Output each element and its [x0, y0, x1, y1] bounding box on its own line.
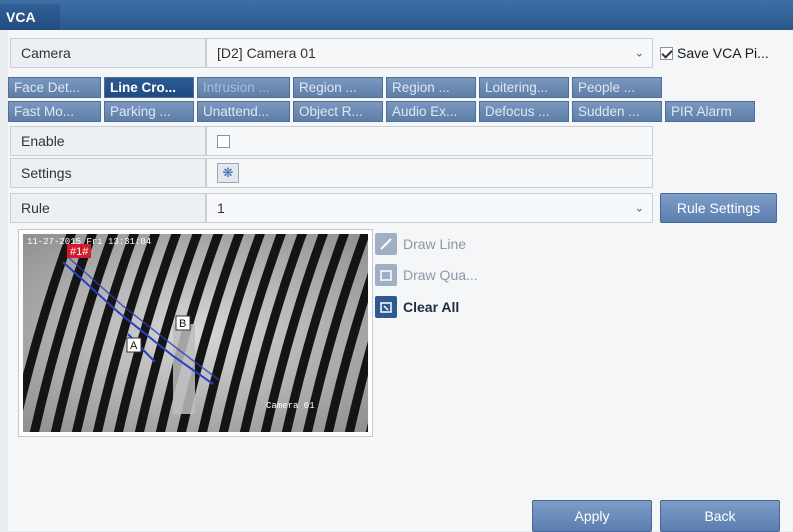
- rule-select-value: 1: [217, 200, 225, 216]
- settings-field: ❋: [206, 158, 653, 188]
- save-vca-picture-option[interactable]: Save VCA Pi...: [660, 38, 769, 68]
- enable-checkbox[interactable]: [217, 134, 230, 148]
- apply-button[interactable]: Apply: [532, 500, 652, 532]
- draw-quadrilateral-icon: [375, 264, 397, 286]
- window-title: VCA: [0, 4, 60, 30]
- camera-name-overlay: Camera 01: [266, 401, 315, 411]
- tab-r2-6[interactable]: Sudden ...: [572, 101, 662, 122]
- rule-label: Rule: [10, 193, 206, 223]
- chevron-down-icon: ⌄: [634, 47, 644, 60]
- draw-line-label: Draw Line: [403, 236, 467, 252]
- rule-select[interactable]: 1 ⌄: [206, 193, 653, 223]
- marker-b: B: [179, 318, 186, 330]
- tab-r1-3[interactable]: Region ...: [293, 77, 383, 98]
- tab-r2-4[interactable]: Audio Ex...: [386, 101, 476, 122]
- draw-line-icon: [375, 233, 397, 255]
- line-tag: #1#: [70, 246, 89, 258]
- draw-line-button[interactable]: Draw Line: [375, 233, 466, 255]
- marker-a: A: [130, 340, 138, 352]
- tab-r2-2[interactable]: Unattend...: [197, 101, 290, 122]
- save-vca-picture-checkbox[interactable]: [660, 46, 673, 60]
- tab-r2-0[interactable]: Fast Mo...: [8, 101, 101, 122]
- tab-r1-6[interactable]: People ...: [572, 77, 662, 98]
- preview-timestamp: 11-27-2015 Fri 13:31:04: [27, 237, 151, 247]
- back-button[interactable]: Back: [660, 500, 780, 532]
- enable-label: Enable: [10, 126, 206, 156]
- camera-select[interactable]: [D2] Camera 01 ⌄: [206, 38, 653, 68]
- main-pane: Camera [D2] Camera 01 ⌄ Save VCA Pi... F…: [8, 30, 793, 532]
- camera-select-value: [D2] Camera 01: [217, 45, 316, 61]
- gear-icon[interactable]: ❋: [217, 163, 239, 183]
- tab-r1-0[interactable]: Face Det...: [8, 77, 101, 98]
- tab-r1-5[interactable]: Loitering...: [479, 77, 569, 98]
- title-bar: VCA: [0, 0, 793, 30]
- tab-r1-4[interactable]: Region ...: [386, 77, 476, 98]
- clear-all-button[interactable]: Clear All: [375, 296, 459, 318]
- camera-label: Camera: [10, 38, 206, 68]
- enable-field: [206, 126, 653, 156]
- tab-r1-1[interactable]: Line Cro...: [104, 77, 194, 98]
- tab-r2-5[interactable]: Defocus ...: [479, 101, 569, 122]
- tab-r2-7[interactable]: PIR Alarm: [665, 101, 755, 122]
- camera-preview[interactable]: #1# 11-27-2015 Fri 13:31:04 A B Camera 0…: [18, 229, 373, 437]
- draw-quad-label: Draw Qua...: [403, 267, 478, 283]
- tab-r2-3[interactable]: Object R...: [293, 101, 383, 122]
- clear-icon: [375, 296, 397, 318]
- rule-settings-button[interactable]: Rule Settings: [660, 193, 777, 223]
- tab-r1-2[interactable]: Intrusion ...: [197, 77, 290, 98]
- chevron-down-icon: ⌄: [634, 202, 644, 215]
- settings-label: Settings: [10, 158, 206, 188]
- save-vca-picture-label: Save VCA Pi...: [677, 45, 769, 61]
- clear-all-label: Clear All: [403, 299, 460, 315]
- draw-quad-button[interactable]: Draw Qua...: [375, 264, 478, 286]
- tab-r2-1[interactable]: Parking ...: [104, 101, 194, 122]
- preview-image[interactable]: #1# 11-27-2015 Fri 13:31:04 A B Camera 0…: [23, 234, 368, 432]
